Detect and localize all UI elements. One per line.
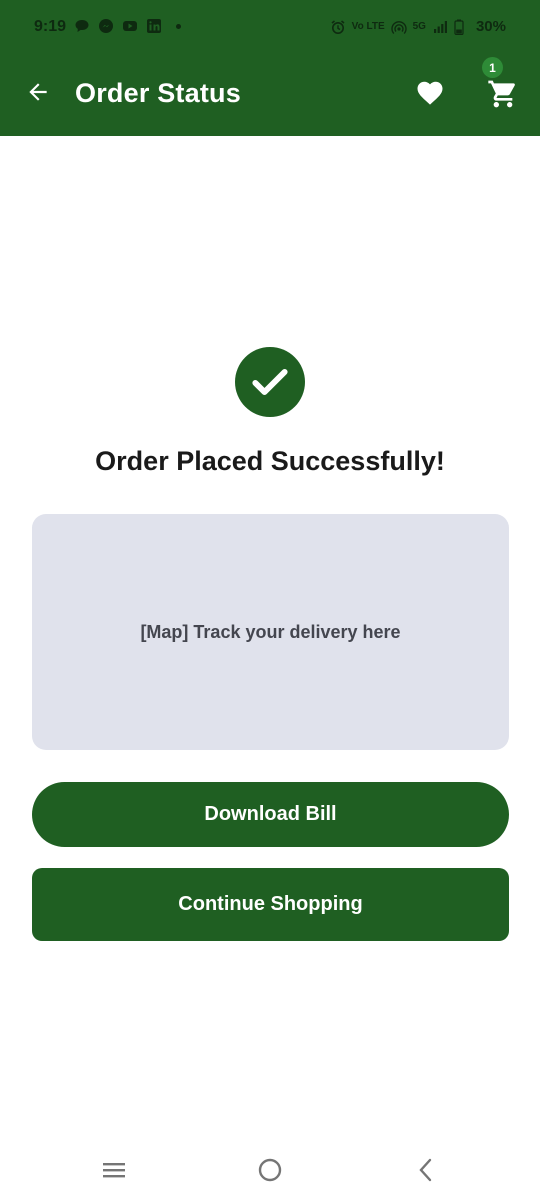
- status-time: 9:19: [34, 18, 67, 35]
- download-bill-button[interactable]: Download Bill: [32, 782, 509, 847]
- back-chevron-icon: [416, 1157, 436, 1188]
- messenger-icon: [98, 18, 114, 34]
- check-circle-icon: [235, 347, 305, 417]
- shopping-cart-icon: [487, 78, 519, 115]
- success-message: Order Placed Successfully!: [95, 446, 445, 476]
- cart-count-badge: 1: [482, 57, 503, 78]
- status-bar: 9:19 Vo LTE 5G 30%: [0, 0, 540, 58]
- continue-shopping-button[interactable]: Continue Shopping: [32, 868, 509, 941]
- recent-apps-button[interactable]: [96, 1158, 132, 1186]
- battery-icon: [454, 19, 470, 35]
- cart-button[interactable]: [484, 78, 522, 114]
- page-title: Order Status: [75, 78, 241, 108]
- notification-icons: [74, 18, 181, 34]
- chat-bubble-icon: [74, 18, 90, 34]
- app-bar: Order Status 1: [0, 57, 540, 136]
- back-button[interactable]: [20, 76, 56, 112]
- map-placeholder-text: [Map] Track your delivery here: [140, 621, 401, 642]
- alarm-icon: [330, 19, 346, 35]
- menu-icon: [101, 1159, 127, 1186]
- home-circle-icon: [257, 1157, 283, 1188]
- home-button[interactable]: [252, 1158, 288, 1186]
- more-notifications-dot: [176, 23, 181, 29]
- favorites-button[interactable]: [412, 78, 448, 112]
- youtube-icon: [122, 18, 138, 34]
- battery-percent: 30%: [475, 18, 506, 35]
- signal-icon: [432, 19, 448, 35]
- system-nav-bar: [0, 1148, 540, 1200]
- hotspot-icon: [390, 19, 407, 35]
- volte-label: Vo LTE: [351, 21, 385, 32]
- heart-icon: [415, 78, 445, 113]
- arrow-left-icon: [25, 79, 51, 110]
- delivery-map[interactable]: [Map] Track your delivery here: [32, 514, 509, 750]
- system-status: Vo LTE 5G 30%: [330, 18, 506, 35]
- network-type: 5G: [412, 21, 426, 32]
- system-back-button[interactable]: [408, 1158, 444, 1186]
- linkedin-icon: [146, 18, 162, 34]
